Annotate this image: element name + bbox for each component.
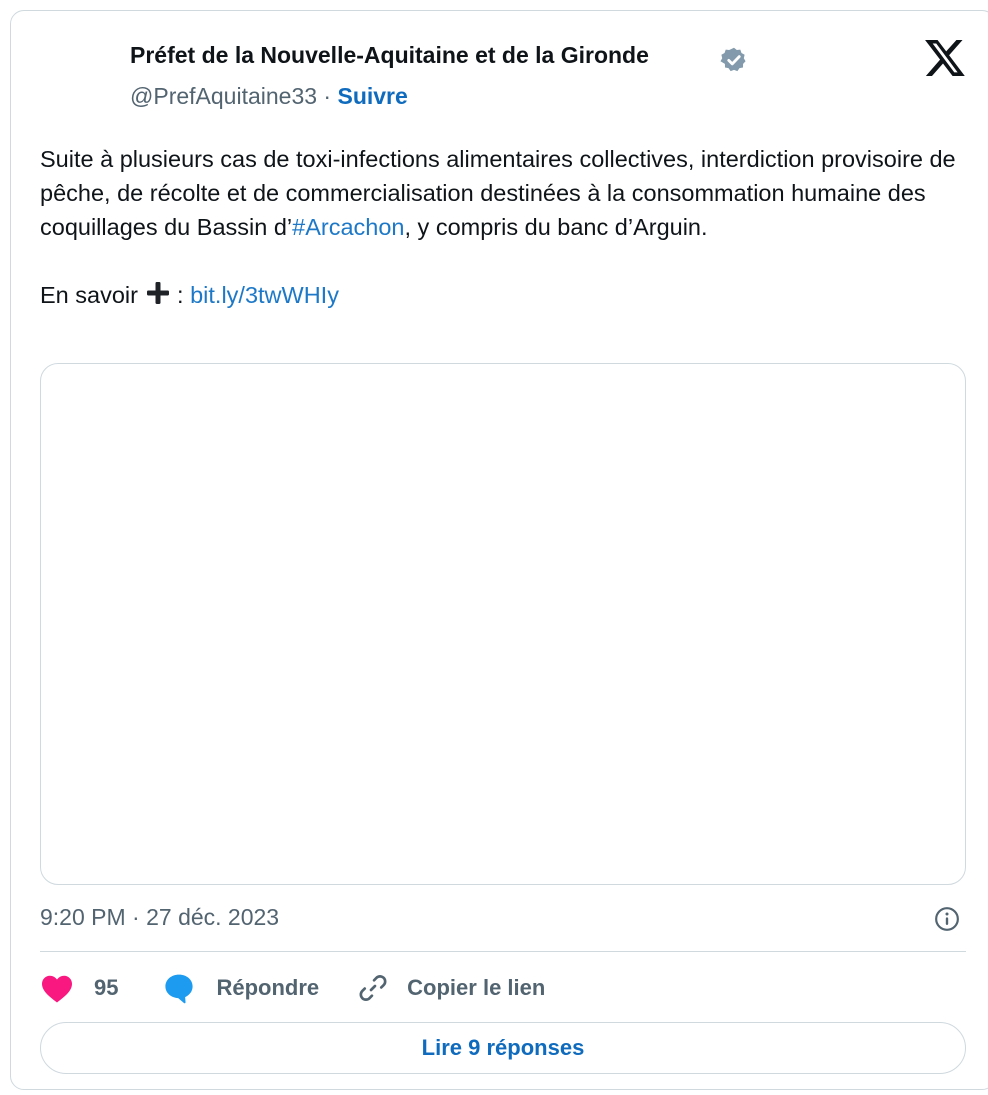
author-name[interactable]: Préfet de la Nouvelle-Aquitaine et de la…	[130, 42, 649, 69]
author-handle[interactable]: @PrefAquitaine33	[130, 83, 317, 109]
follow-link[interactable]: Suivre	[337, 83, 407, 109]
copy-link-button[interactable]: Copier le lien	[357, 972, 545, 1004]
timestamp[interactable]: 9:20 PM · 27 déc. 2023	[40, 904, 279, 931]
like-count: 95	[94, 975, 119, 1000]
separator-dot: ·	[323, 83, 332, 109]
x-logo-icon[interactable]	[925, 40, 965, 76]
divider	[40, 951, 966, 952]
copy-link-label: Copier le lien	[407, 975, 546, 1000]
tweet-paragraph-1: Suite à plusieurs cas de toxi-infections…	[40, 142, 960, 244]
handle-row: @PrefAquitaine33 · Suivre	[130, 83, 408, 110]
media-container[interactable]	[40, 363, 966, 885]
heavy-plus-icon	[146, 282, 169, 304]
short-link[interactable]: bit.ly/3twWHIy	[190, 282, 339, 308]
reply-label: Répondre	[216, 975, 320, 1000]
link-icon	[359, 975, 387, 1001]
tweet-text: Suite à plusieurs cas de toxi-infections…	[40, 142, 960, 312]
speech-bubble-icon	[165, 974, 194, 1004]
action-bar: 95 Répondre Copier le lien	[40, 970, 545, 1006]
heart-icon	[42, 975, 72, 1003]
info-icon[interactable]	[934, 906, 960, 932]
avatar[interactable]	[30, 32, 110, 112]
read-replies-button[interactable]: Lire 9 réponses	[40, 1022, 966, 1074]
learn-more-text: En savoir	[40, 282, 145, 308]
like-button[interactable]: 95	[40, 973, 118, 1003]
tweet-text-part: , y compris du banc d’Arguin.	[404, 214, 708, 240]
colon-text: :	[170, 282, 191, 308]
verified-badge-icon	[720, 47, 746, 72]
hashtag-link[interactable]: #Arcachon	[292, 214, 404, 240]
reply-button[interactable]: Répondre	[162, 972, 319, 1004]
tweet-paragraph-2: En savoir : bit.ly/3twWHIy	[40, 278, 960, 312]
